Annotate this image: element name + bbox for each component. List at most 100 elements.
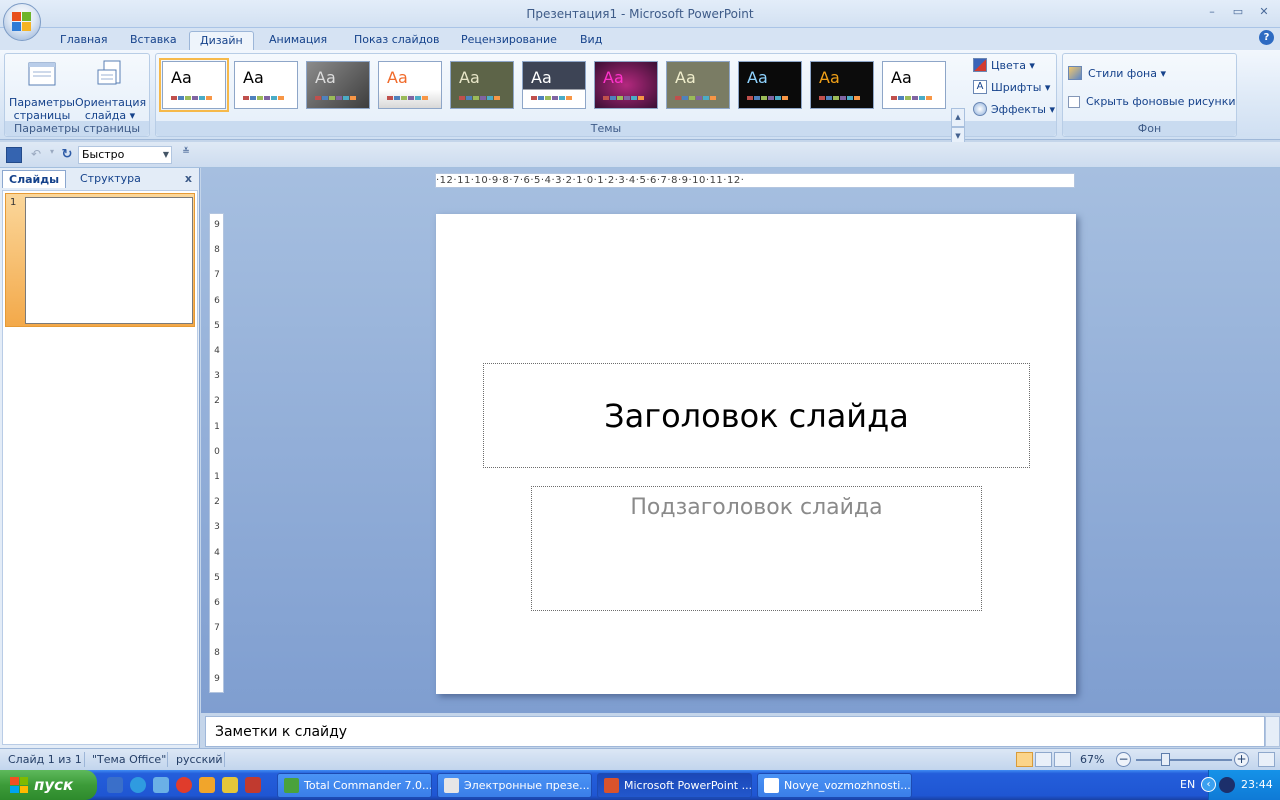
theme-sample-text: Aa [387,68,408,87]
tab-insert[interactable]: Вставка [120,31,187,50]
theme-color-swatches [819,96,860,100]
undo-icon[interactable]: ↶ [28,147,44,163]
minimize-button[interactable]: – [1204,5,1220,19]
quicklaunch-icon-7[interactable] [245,777,261,793]
help-icon[interactable]: ? [1259,30,1274,45]
ruler-tick-label: 4 [214,346,220,356]
orientation-button[interactable]: Ориентация слайда ▾ [75,58,146,122]
ruler-tick-label: 2 [214,396,220,407]
customize-qat-icon[interactable]: ≚ [178,147,194,163]
theme-thumbnail[interactable]: Aa [306,61,370,109]
taskbar-button[interactable]: Total Commander 7.0... [277,773,432,798]
hide-graphics-checkbox[interactable] [1068,95,1080,108]
quicklaunch-icon-5[interactable] [199,777,215,793]
ruler-tick-label: 8 [214,245,220,256]
internet-explorer-icon[interactable] [130,777,146,793]
taskbar-button[interactable]: Электронные презе... [437,773,592,798]
ruler-tick-label: 3 [214,522,220,533]
normal-view-button[interactable] [1016,752,1033,767]
colors-icon [973,58,987,72]
show-hidden-icons[interactable]: ‹ [1201,777,1216,792]
theme-sample-text: Aa [315,68,336,87]
theme-sample-text: Aa [603,68,624,87]
theme-sample-text: Aa [819,68,840,87]
effects-label: Эффекты ▾ [991,102,1056,116]
theme-sample-text: Aa [171,68,192,87]
zoom-slider-handle[interactable] [1161,753,1170,766]
maximize-button[interactable]: ▭ [1230,5,1246,19]
tab-review[interactable]: Рецензирование [451,31,567,50]
theme-thumbnail[interactable]: Aa [522,61,586,109]
ruler-tick-label: 1 [214,472,220,482]
system-tray: ‹ 23:44 [1201,770,1280,800]
quick-style-combo[interactable]: Быстро ▼ [78,146,172,164]
ribbon: Параметры страницы Ориентация слайда ▾ П… [0,50,1280,165]
background-styles-button[interactable]: Стили фона ▾ [1068,66,1166,80]
theme-thumbnail[interactable]: Aa [234,61,298,109]
theme-color-swatches [747,96,788,100]
tab-design[interactable]: Дизайн [189,31,254,50]
group-label-page-setup: Параметры страницы [5,121,149,136]
gallery-up-arrow[interactable]: ▲ [951,108,965,127]
app-icon [764,778,779,793]
tab-outline[interactable]: Структура [74,170,147,188]
ruler-tick-label: 6 [214,295,220,306]
tab-home[interactable]: Главная [50,31,118,50]
close-pane-icon[interactable]: x [185,172,192,185]
theme-thumbnail[interactable]: Aa [882,61,946,109]
subtitle-placeholder[interactable]: Подзаголовок слайда [531,486,982,611]
effects-button[interactable]: Эффекты ▾ [973,102,1055,116]
theme-thumbnail[interactable]: Aa [450,61,514,109]
tab-animation[interactable]: Анимация [259,31,337,50]
status-divider [224,752,225,767]
zoom-level[interactable]: 67% [1080,753,1104,766]
taskbar: пуск Total Commander 7.0... Электронные п… [0,770,1280,800]
colors-button[interactable]: Цвета ▾ [973,58,1035,72]
slide-thumbnail-1[interactable]: 1 [5,193,195,327]
tab-view[interactable]: Вид [570,31,612,50]
zoom-slider-track[interactable] [1136,759,1232,761]
start-button[interactable]: пуск [0,770,97,800]
save-icon[interactable] [6,147,22,163]
app-icon [604,778,619,793]
paint-bucket-icon [1068,66,1082,80]
quicklaunch-icon-6[interactable] [222,777,238,793]
fit-to-window-icon[interactable] [1258,752,1275,767]
slideshow-view-button[interactable] [1054,752,1071,767]
theme-thumbnail[interactable]: Aa [159,58,229,112]
quicklaunch-icon-1[interactable] [107,777,123,793]
taskbar-button-label: Novye_vozmozhnosti... [784,779,911,792]
horizontal-ruler: ·12·11·10·9·8·7·6·5·4·3·2·1·0·1·2·3·4·5·… [435,173,1075,188]
background-styles-label: Стили фона ▾ [1088,66,1166,80]
undo-dropdown-icon[interactable]: ▾ [44,147,60,163]
zoom-out-icon[interactable]: − [1116,752,1131,767]
language-indicator[interactable]: русский [176,753,223,766]
tab-slideshow[interactable]: Показ слайдов [344,31,450,50]
keyboard-language[interactable]: EN [1180,778,1195,791]
theme-thumbnail[interactable]: Aa [738,61,802,109]
redo-icon[interactable]: ↻ [59,147,75,163]
notes-pane[interactable]: Заметки к слайду [205,716,1265,747]
fonts-button[interactable]: A Шрифты ▾ [973,80,1050,94]
taskbar-button[interactable]: Microsoft PowerPoint ... [597,773,752,798]
quicklaunch-icon-4[interactable] [176,777,192,793]
quicklaunch-icon-3[interactable] [153,777,169,793]
clock[interactable]: 23:44 [1241,778,1273,791]
close-button[interactable]: ✕ [1256,5,1272,19]
page-setup-label-1: Параметры [9,96,75,109]
zoom-in-icon[interactable]: + [1234,752,1249,767]
tray-app-icon[interactable] [1219,777,1235,793]
hide-background-graphics[interactable]: Скрыть фоновые рисунки [1068,95,1236,108]
theme-thumbnail[interactable]: Aa [810,61,874,109]
ruler-tick-label: 9 [214,220,220,230]
tab-slides[interactable]: Слайды [2,170,67,188]
theme-thumbnail[interactable]: Aa [666,61,730,109]
slide-sorter-button[interactable] [1035,752,1052,767]
notes-scrollbar[interactable] [1265,716,1280,747]
office-button[interactable] [3,3,41,41]
taskbar-button[interactable]: Novye_vozmozhnosti... [757,773,912,798]
title-placeholder[interactable]: Заголовок слайда [483,363,1030,468]
theme-thumbnail[interactable]: Aa [378,61,442,109]
page-setup-button[interactable]: Параметры страницы [9,58,75,122]
theme-thumbnail[interactable]: Aa [594,61,658,109]
